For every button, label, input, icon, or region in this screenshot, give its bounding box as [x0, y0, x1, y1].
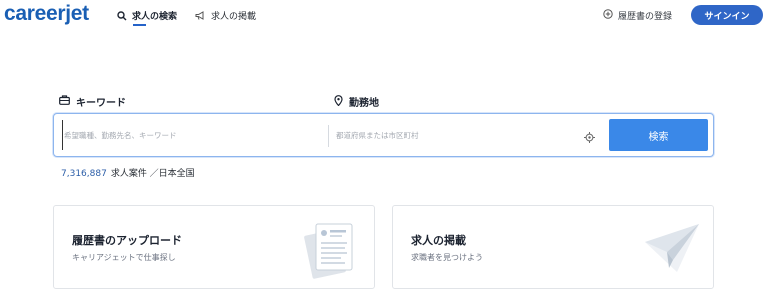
upload-resume-card[interactable]: 履歴書のアップロード キャリアジェットで仕事探し: [53, 205, 375, 289]
post-job-card[interactable]: 求人の掲載 求職者を見つけよう: [392, 205, 714, 289]
search-icon: [117, 10, 127, 21]
upload-resume-title: 履歴書のアップロード: [72, 234, 182, 247]
current-location-icon[interactable]: [584, 128, 595, 147]
nav-search-jobs-label: 求人の検索: [132, 12, 178, 22]
location-label: 勤務地: [334, 94, 379, 109]
active-tab-indicator: [133, 24, 146, 26]
register-resume-link[interactable]: 履歴書の登録: [603, 9, 672, 22]
post-job-title: 求人の掲載: [411, 234, 466, 247]
resume-document-icon: [302, 218, 364, 284]
post-job-subtitle: 求職者を見つけよう: [411, 253, 483, 262]
paper-plane-icon: [643, 220, 705, 282]
search-button[interactable]: 検索: [609, 119, 708, 151]
search-form: 検索: [53, 113, 714, 157]
input-divider: [328, 125, 329, 147]
job-count: 7,316,887 求人案件 ／日本全国: [61, 166, 195, 179]
megaphone-icon: [195, 10, 206, 21]
plus-circle-icon: [603, 9, 613, 22]
top-header: careerjet 求人の検索 求人の掲載 履歴書の登録 サインイン: [0, 0, 768, 32]
nav-search-jobs[interactable]: 求人の検索: [117, 9, 177, 22]
careerjet-logo[interactable]: careerjet: [4, 2, 89, 26]
location-input[interactable]: [336, 120, 576, 150]
upload-resume-subtitle: キャリアジェットで仕事探し: [72, 253, 176, 262]
job-count-suffix: 求人案件 ／日本全国: [110, 169, 195, 179]
keyword-label: キーワード: [59, 94, 126, 109]
nav-post-jobs-label: 求人の掲載: [211, 12, 257, 22]
register-resume-label: 履歴書の登録: [618, 12, 673, 22]
job-count-number[interactable]: 7,316,887: [61, 169, 107, 179]
keyword-label-text: キーワード: [76, 98, 126, 109]
location-pin-icon: [334, 94, 343, 109]
briefcase-icon: [59, 95, 70, 108]
keyword-input[interactable]: [62, 120, 322, 150]
location-label-text: 勤務地: [349, 98, 379, 109]
nav-post-jobs[interactable]: 求人の掲載: [195, 9, 256, 22]
signin-button[interactable]: サインイン: [691, 5, 763, 25]
